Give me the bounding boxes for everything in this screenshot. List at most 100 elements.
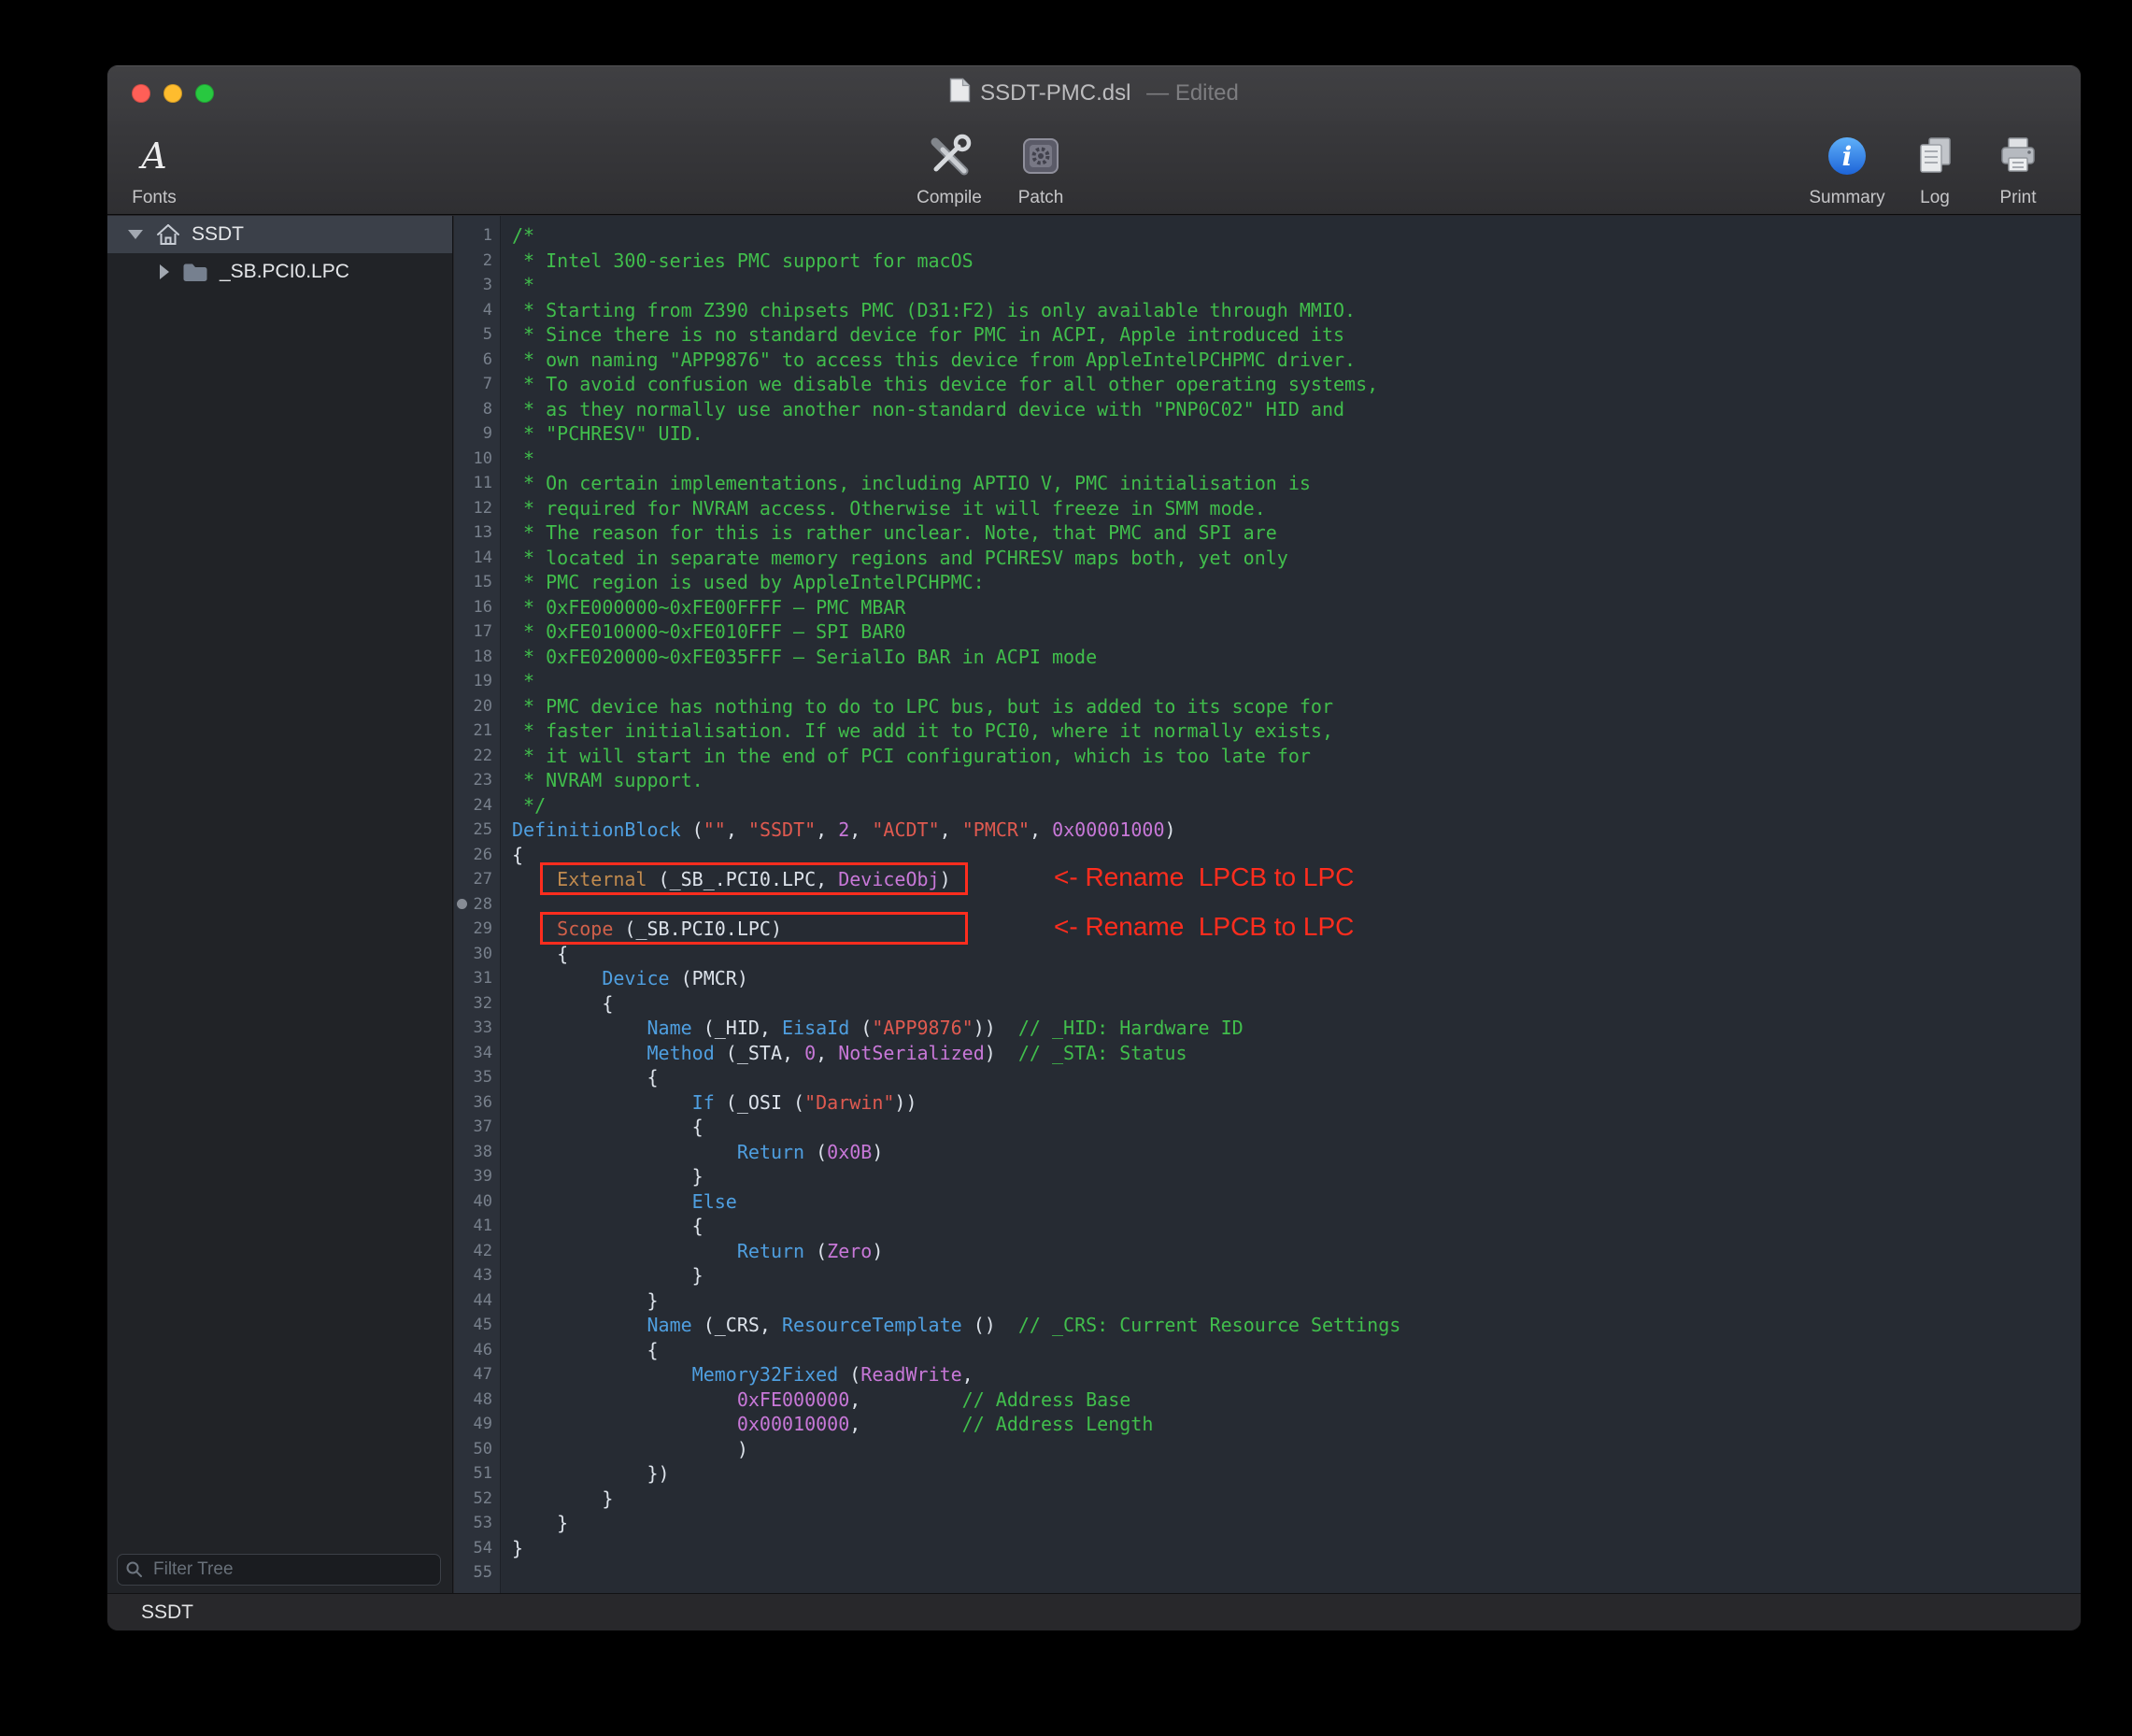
line-number: 41: [454, 1214, 501, 1239]
code-line: 37 {: [454, 1115, 2081, 1140]
code-text: /*: [501, 223, 534, 249]
code-line: 51 }): [454, 1461, 2081, 1487]
code-text: Name (_HID, EisaId ("APP9876")) // _HID:…: [501, 1016, 1244, 1041]
line-number: 9: [454, 421, 501, 447]
code-text: * required for NVRAM access. Otherwise i…: [501, 496, 1266, 521]
code-line: 47 Memory32Fixed (ReadWrite,: [454, 1362, 2081, 1387]
line-number: 19: [454, 669, 501, 694]
code-text: }: [501, 1263, 704, 1288]
patch-button[interactable]: Patch: [996, 125, 1086, 211]
line-number: 20: [454, 694, 501, 719]
code-line: 22 * it will start in the end of PCI con…: [454, 744, 2081, 769]
fonts-icon: A: [141, 137, 166, 175]
code-text: Method (_STA, 0, NotSerialized) // _STA:…: [501, 1041, 1187, 1066]
code-text: }: [501, 1288, 659, 1314]
code-text: *: [501, 447, 534, 472]
code-text: * 0xFE020000~0xFE035FFF — SerialIo BAR i…: [501, 645, 1097, 670]
code-line: 18 * 0xFE020000~0xFE035FFF — SerialIo BA…: [454, 645, 2081, 670]
line-number: 24: [454, 793, 501, 818]
line-number: 33: [454, 1016, 501, 1041]
minimize-button[interactable]: [163, 84, 182, 103]
code-text: {: [501, 1065, 659, 1090]
close-button[interactable]: [132, 84, 150, 103]
summary-button[interactable]: i Summary: [1796, 125, 1898, 211]
code-text: {: [501, 1214, 704, 1239]
log-button[interactable]: Log: [1890, 125, 1980, 211]
code-line: 5 * Since there is no standard device fo…: [454, 322, 2081, 348]
summary-label: Summary: [1809, 187, 1884, 211]
code-line: 53 }: [454, 1511, 2081, 1536]
compile-button[interactable]: Compile: [904, 125, 994, 211]
code-line: 11 * On certain implementations, includi…: [454, 471, 2081, 496]
code-text: ): [501, 1437, 748, 1462]
code-line: 33 Name (_HID, EisaId ("APP9876")) // _H…: [454, 1016, 2081, 1041]
line-number: 31: [454, 966, 501, 991]
title-bar[interactable]: SSDT-PMC.dsl — Edited: [107, 65, 2081, 121]
log-documents-icon: [1890, 125, 1980, 187]
line-number: 37: [454, 1115, 501, 1140]
code-line: 25DefinitionBlock ("", "SSDT", 2, "ACDT"…: [454, 818, 2081, 843]
line-number: 45: [454, 1313, 501, 1338]
code-line: 3 *: [454, 273, 2081, 298]
line-number: 50: [454, 1437, 501, 1462]
code-text: * Since there is no standard device for …: [501, 322, 1344, 348]
code-text: Name (_CRS, ResourceTemplate () // _CRS:…: [501, 1313, 1400, 1338]
line-number: 17: [454, 619, 501, 645]
status-text: SSDT: [141, 1601, 193, 1624]
print-button[interactable]: Print: [1971, 125, 2065, 211]
line-number: 30: [454, 942, 501, 967]
sidebar-item-ssdt[interactable]: SSDT: [107, 216, 452, 253]
disclosure-triangle-open-icon[interactable]: [128, 230, 143, 239]
line-number: 51: [454, 1461, 501, 1487]
patch-label: Patch: [1018, 187, 1064, 211]
line-number: 35: [454, 1065, 501, 1090]
code-text: * PMC region is used by AppleIntelPCHPMC…: [501, 570, 985, 595]
line-number: 11: [454, 471, 501, 496]
compile-tools-icon: [904, 125, 994, 187]
code-line: 45 Name (_CRS, ResourceTemplate () // _C…: [454, 1313, 2081, 1338]
code-line: 49 0x00010000, // Address Length: [454, 1412, 2081, 1437]
code-text: * it will start in the end of PCI config…: [501, 744, 1311, 769]
line-number: 2: [454, 249, 501, 274]
code-text: Return (0x0B): [501, 1140, 883, 1165]
app-window: SSDT-PMC.dsl — Edited A Fonts Compile: [107, 65, 2081, 1630]
code-line: 31 Device (PMCR): [454, 966, 2081, 991]
code-line: 13 * The reason for this is rather uncle…: [454, 520, 2081, 546]
code-text: * To avoid confusion we disable this dev…: [501, 372, 1378, 397]
compile-label: Compile: [917, 187, 982, 211]
line-number: 34: [454, 1041, 501, 1066]
disclosure-triangle-closed-icon[interactable]: [160, 264, 169, 279]
code-line: 7 * To avoid confusion we disable this d…: [454, 372, 2081, 397]
line-number: 39: [454, 1164, 501, 1189]
zoom-button[interactable]: [195, 84, 214, 103]
code-text: 0x00010000, // Address Length: [501, 1412, 1153, 1437]
window-title: SSDT-PMC.dsl — Edited: [949, 78, 1239, 109]
line-number: 8: [454, 397, 501, 422]
line-number: 55: [454, 1560, 501, 1586]
code-editor[interactable]: 1/*2 * Intel 300-series PMC support for …: [454, 216, 2081, 1593]
line-number: 29: [454, 917, 501, 942]
search-icon: [125, 1560, 144, 1584]
gutter-marker-dot[interactable]: [457, 899, 467, 909]
code-text: }: [501, 1536, 523, 1561]
code-line: 4 * Starting from Z390 chipsets PMC (D31…: [454, 298, 2081, 323]
code-text: 0xFE000000, // Address Base: [501, 1387, 1130, 1413]
code-text: * Starting from Z390 chipsets PMC (D31:F…: [501, 298, 1356, 323]
code-text: {: [501, 843, 523, 868]
filter-tree-input[interactable]: [117, 1554, 441, 1586]
log-label: Log: [1920, 187, 1950, 211]
line-number: 48: [454, 1387, 501, 1413]
document-title: SSDT-PMC.dsl: [980, 80, 1130, 107]
patch-icon: [996, 125, 1086, 187]
code-text: * own naming "APP9876" to access this de…: [501, 348, 1356, 373]
code-line: 8 * as they normally use another non-sta…: [454, 397, 2081, 422]
document-icon: [949, 78, 971, 109]
sidebar-item-label: _SB.PCI0.LPC: [220, 261, 349, 283]
code-text: {: [501, 942, 568, 967]
sidebar-item-sb-pci0-lpc[interactable]: _SB.PCI0.LPC: [107, 253, 452, 291]
fonts-button[interactable]: A Fonts: [109, 125, 199, 211]
code-text: * faster initialisation. If we add it to…: [501, 719, 1333, 744]
code-line: 10 *: [454, 447, 2081, 472]
line-number: 38: [454, 1140, 501, 1165]
line-number: 43: [454, 1263, 501, 1288]
